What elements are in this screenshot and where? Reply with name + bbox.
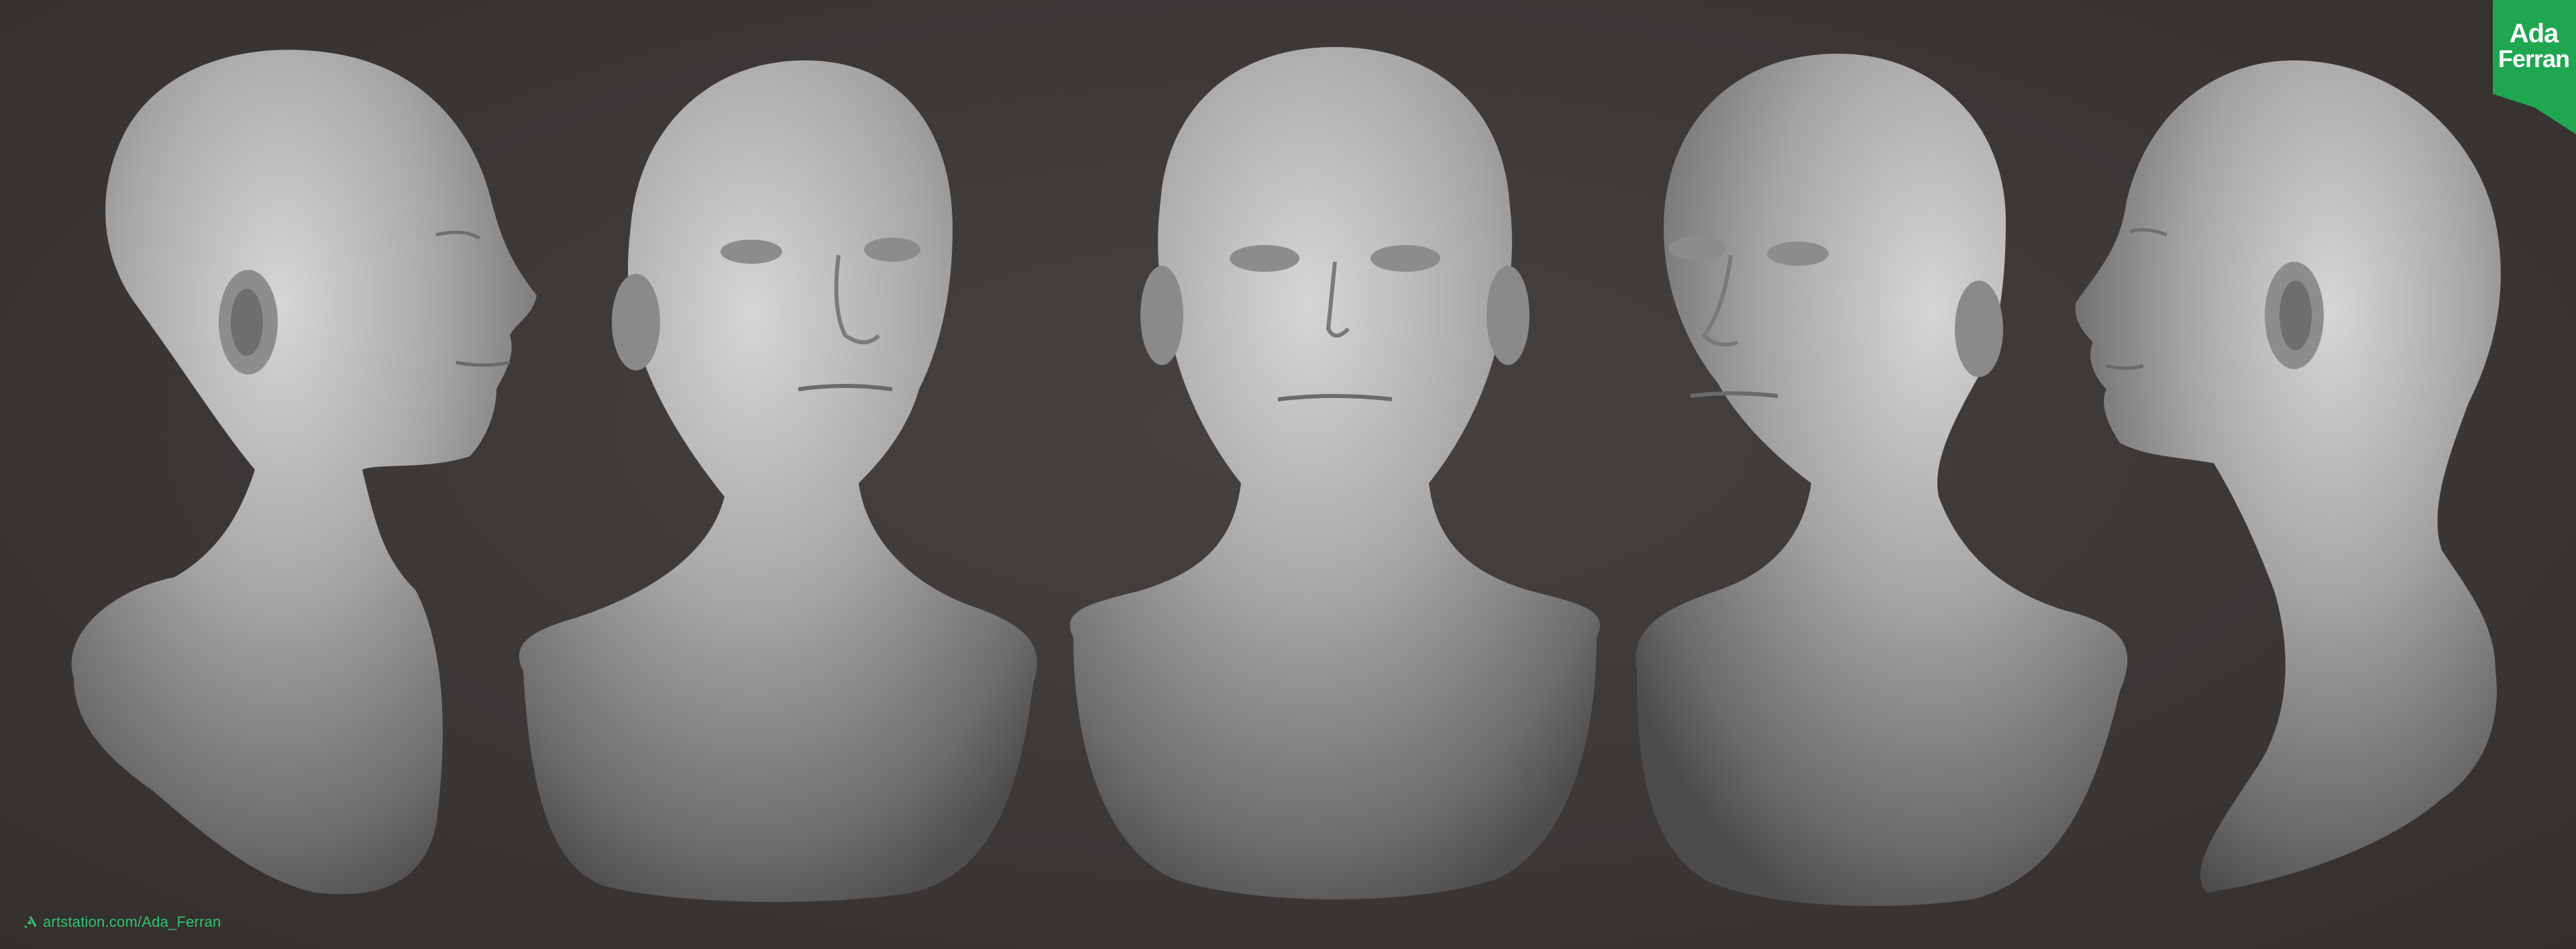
three-quarter-right-ear <box>612 274 660 370</box>
front-left-eye <box>1230 245 1299 272</box>
three-quarter-left-bust <box>1635 54 2128 906</box>
profile-left-bust <box>2075 60 2501 893</box>
front-right-eye <box>1371 245 1440 272</box>
profile-right-bust <box>71 50 537 895</box>
front-bust <box>1069 47 1601 899</box>
artstation-icon <box>23 916 37 928</box>
three-quarter-left-form <box>1635 54 2128 906</box>
artstation-url[interactable]: artstation.com/Ada_Ferran <box>43 913 221 931</box>
three-quarter-right-right-eye <box>864 238 920 262</box>
artstation-watermark[interactable]: artstation.com/Ada_Ferran <box>23 913 221 932</box>
three-quarter-left-right-eye <box>1767 242 1829 266</box>
three-quarter-right-left-eye <box>720 240 782 264</box>
three-quarter-left-ear <box>1955 281 2003 377</box>
front-form <box>1069 47 1601 899</box>
logo: Ada Ferran <box>2497 20 2571 71</box>
front-right-ear <box>1487 266 1529 365</box>
render-canvas: Ada Ferran artstation.com/Ada_Ferran <box>0 0 2576 949</box>
logo-line1: Ada <box>2509 19 2559 48</box>
three-quarter-left-left-eye <box>1669 236 1725 260</box>
three-quarter-right-form <box>519 60 1037 902</box>
sculpt-turnaround <box>71 47 2501 906</box>
three-quarter-right-bust <box>519 60 1037 902</box>
profile-right-form <box>71 50 537 895</box>
front-left-ear <box>1140 266 1183 365</box>
logo-line2: Ferran <box>2498 45 2570 72</box>
profile-left-form <box>2075 60 2501 893</box>
